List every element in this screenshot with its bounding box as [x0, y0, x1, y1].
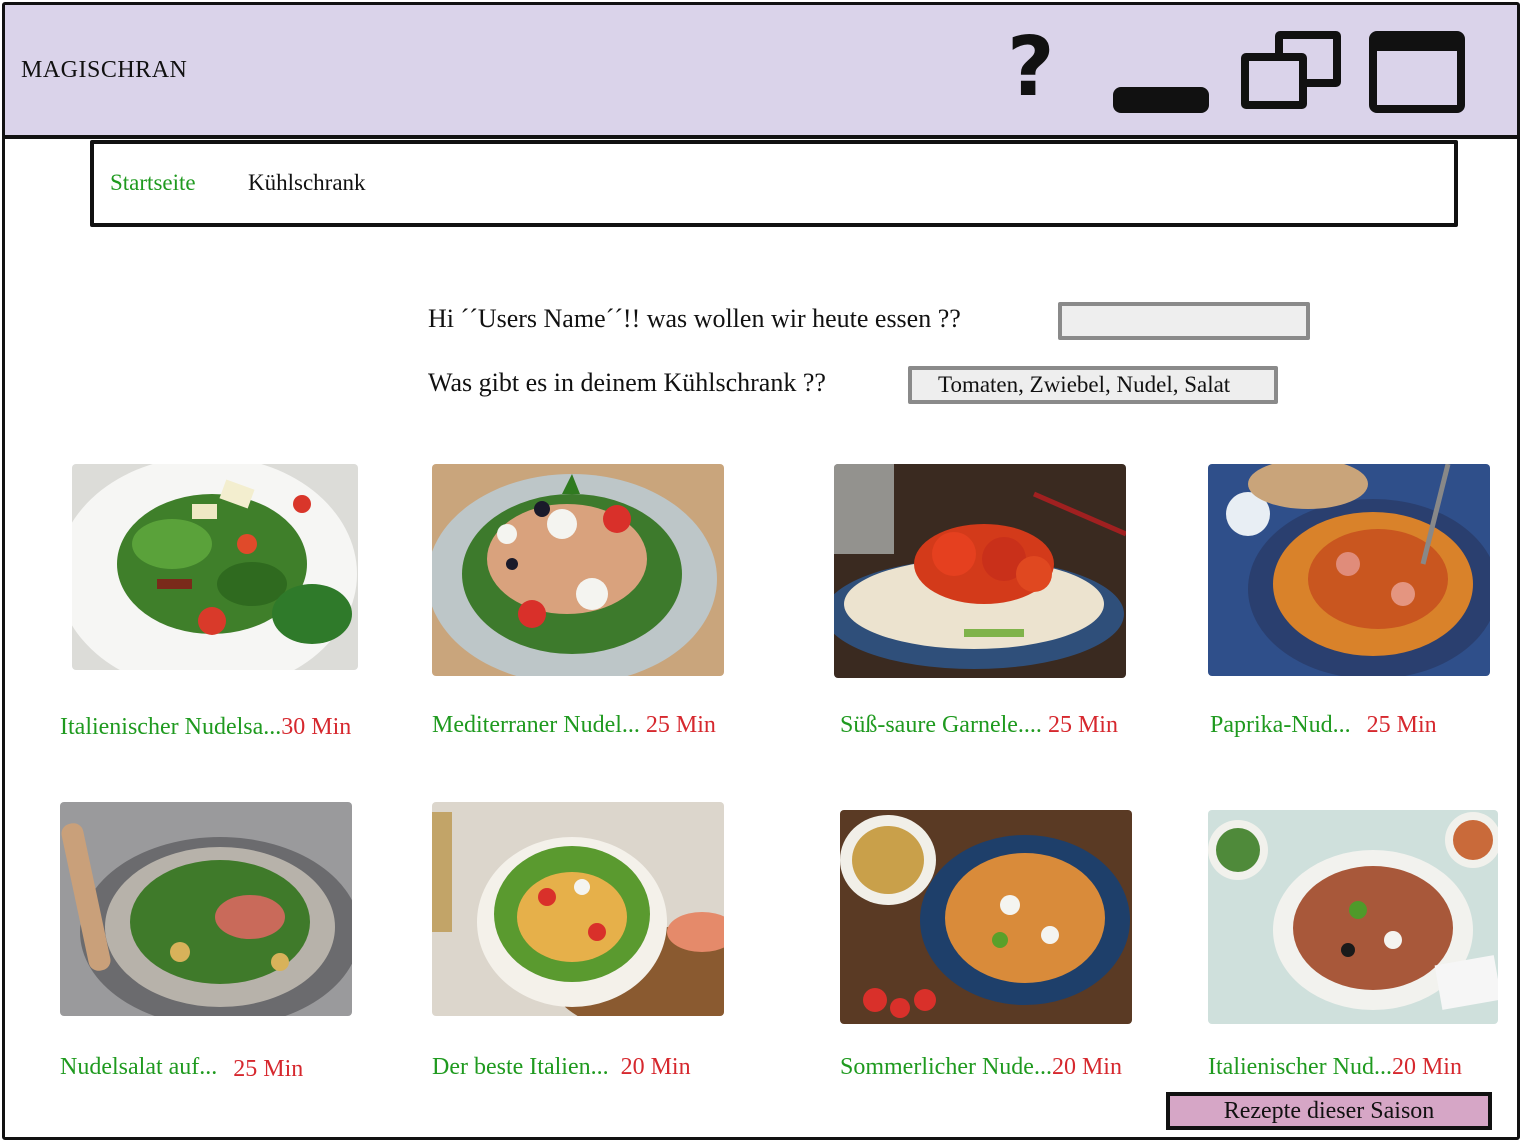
minimize-icon[interactable]	[1113, 87, 1209, 113]
recipe-name: Der beste Italien...	[432, 1054, 609, 1080]
recipe-time: 25 Min	[233, 1056, 304, 1082]
recipe-name: Italienischer Nud...	[1208, 1054, 1392, 1080]
recipe-image-4[interactable]	[1208, 464, 1490, 676]
recipe-image-2[interactable]	[432, 464, 724, 676]
app-title: MAGISCHRAN	[21, 57, 188, 83]
maximize-icon-bar	[1377, 39, 1457, 51]
recipe-label-7[interactable]: Sommerlicher Nude...20 Min	[840, 1054, 1122, 1081]
recipe-image-6[interactable]	[432, 802, 724, 1016]
recipe-label-2[interactable]: Mediterraner Nudel... 25 Min	[432, 712, 716, 739]
recipe-image-1[interactable]	[72, 464, 358, 670]
recipe-name: Mediterraner Nudel...	[432, 712, 640, 738]
title-bar: MAGISCHRAN ?	[5, 5, 1517, 139]
nav-item-kuehlschrank[interactable]: Kühlschrank	[248, 170, 366, 196]
nav-item-startseite[interactable]: Startseite	[110, 170, 196, 196]
recipe-label-4[interactable]: Paprika-Nud... 25 Min	[1210, 712, 1437, 739]
recipe-image-7[interactable]	[840, 810, 1132, 1024]
seasonal-recipes-button[interactable]: Rezepte dieser Saison	[1166, 1092, 1492, 1130]
recipe-time: 25 Min	[1366, 712, 1437, 738]
recipe-time: 25 Min	[1047, 712, 1118, 738]
recipe-time: 25 Min	[645, 712, 716, 738]
recipe-time: 20 Min	[1391, 1054, 1462, 1080]
recipe-label-8[interactable]: Italienischer Nud...20 Min	[1208, 1054, 1462, 1081]
question-mark-icon[interactable]: ?	[1007, 27, 1055, 109]
recipe-image-5[interactable]	[60, 802, 352, 1016]
recipe-label-3[interactable]: Süß-saure Garnele.... 25 Min	[840, 712, 1118, 739]
recipe-name: Nudelsalat auf...	[60, 1054, 218, 1080]
restore-icon[interactable]	[1241, 31, 1341, 117]
recipe-label-1[interactable]: Italienischer Nudelsa...30 Min	[60, 714, 351, 741]
restore-icon-front-square	[1241, 53, 1307, 109]
recipe-label-5[interactable]: Nudelsalat auf... 25 Min	[60, 1054, 304, 1082]
navigation-bar: Startseite Kühlschrank	[90, 140, 1458, 227]
recipe-name: Paprika-Nud...	[1210, 712, 1351, 738]
recipe-time: 20 Min	[1051, 1054, 1122, 1080]
recipe-image-8[interactable]	[1208, 810, 1498, 1024]
recipe-name: Italienischer Nudelsa...	[60, 714, 282, 740]
fridge-ingredients-input[interactable]: Tomaten, Zwiebel, Nudel, Salat	[908, 366, 1278, 404]
recipe-time: 20 Min	[620, 1054, 691, 1080]
recipe-time: 30 Min	[281, 714, 352, 740]
greeting-question: Hi ´´Users Name´´!! was wollen wir heute…	[428, 304, 961, 333]
fridge-question: Was gibt es in deinem Kühlschrank ??	[428, 368, 826, 397]
maximize-icon[interactable]	[1369, 31, 1465, 113]
recipe-name: Sommerlicher Nude...	[840, 1054, 1052, 1080]
recipe-name: Süß-saure Garnele....	[840, 712, 1042, 738]
recipe-image-3[interactable]	[834, 464, 1126, 678]
meal-search-input[interactable]	[1058, 302, 1310, 340]
recipe-label-6[interactable]: Der beste Italien... 20 Min	[432, 1054, 691, 1081]
